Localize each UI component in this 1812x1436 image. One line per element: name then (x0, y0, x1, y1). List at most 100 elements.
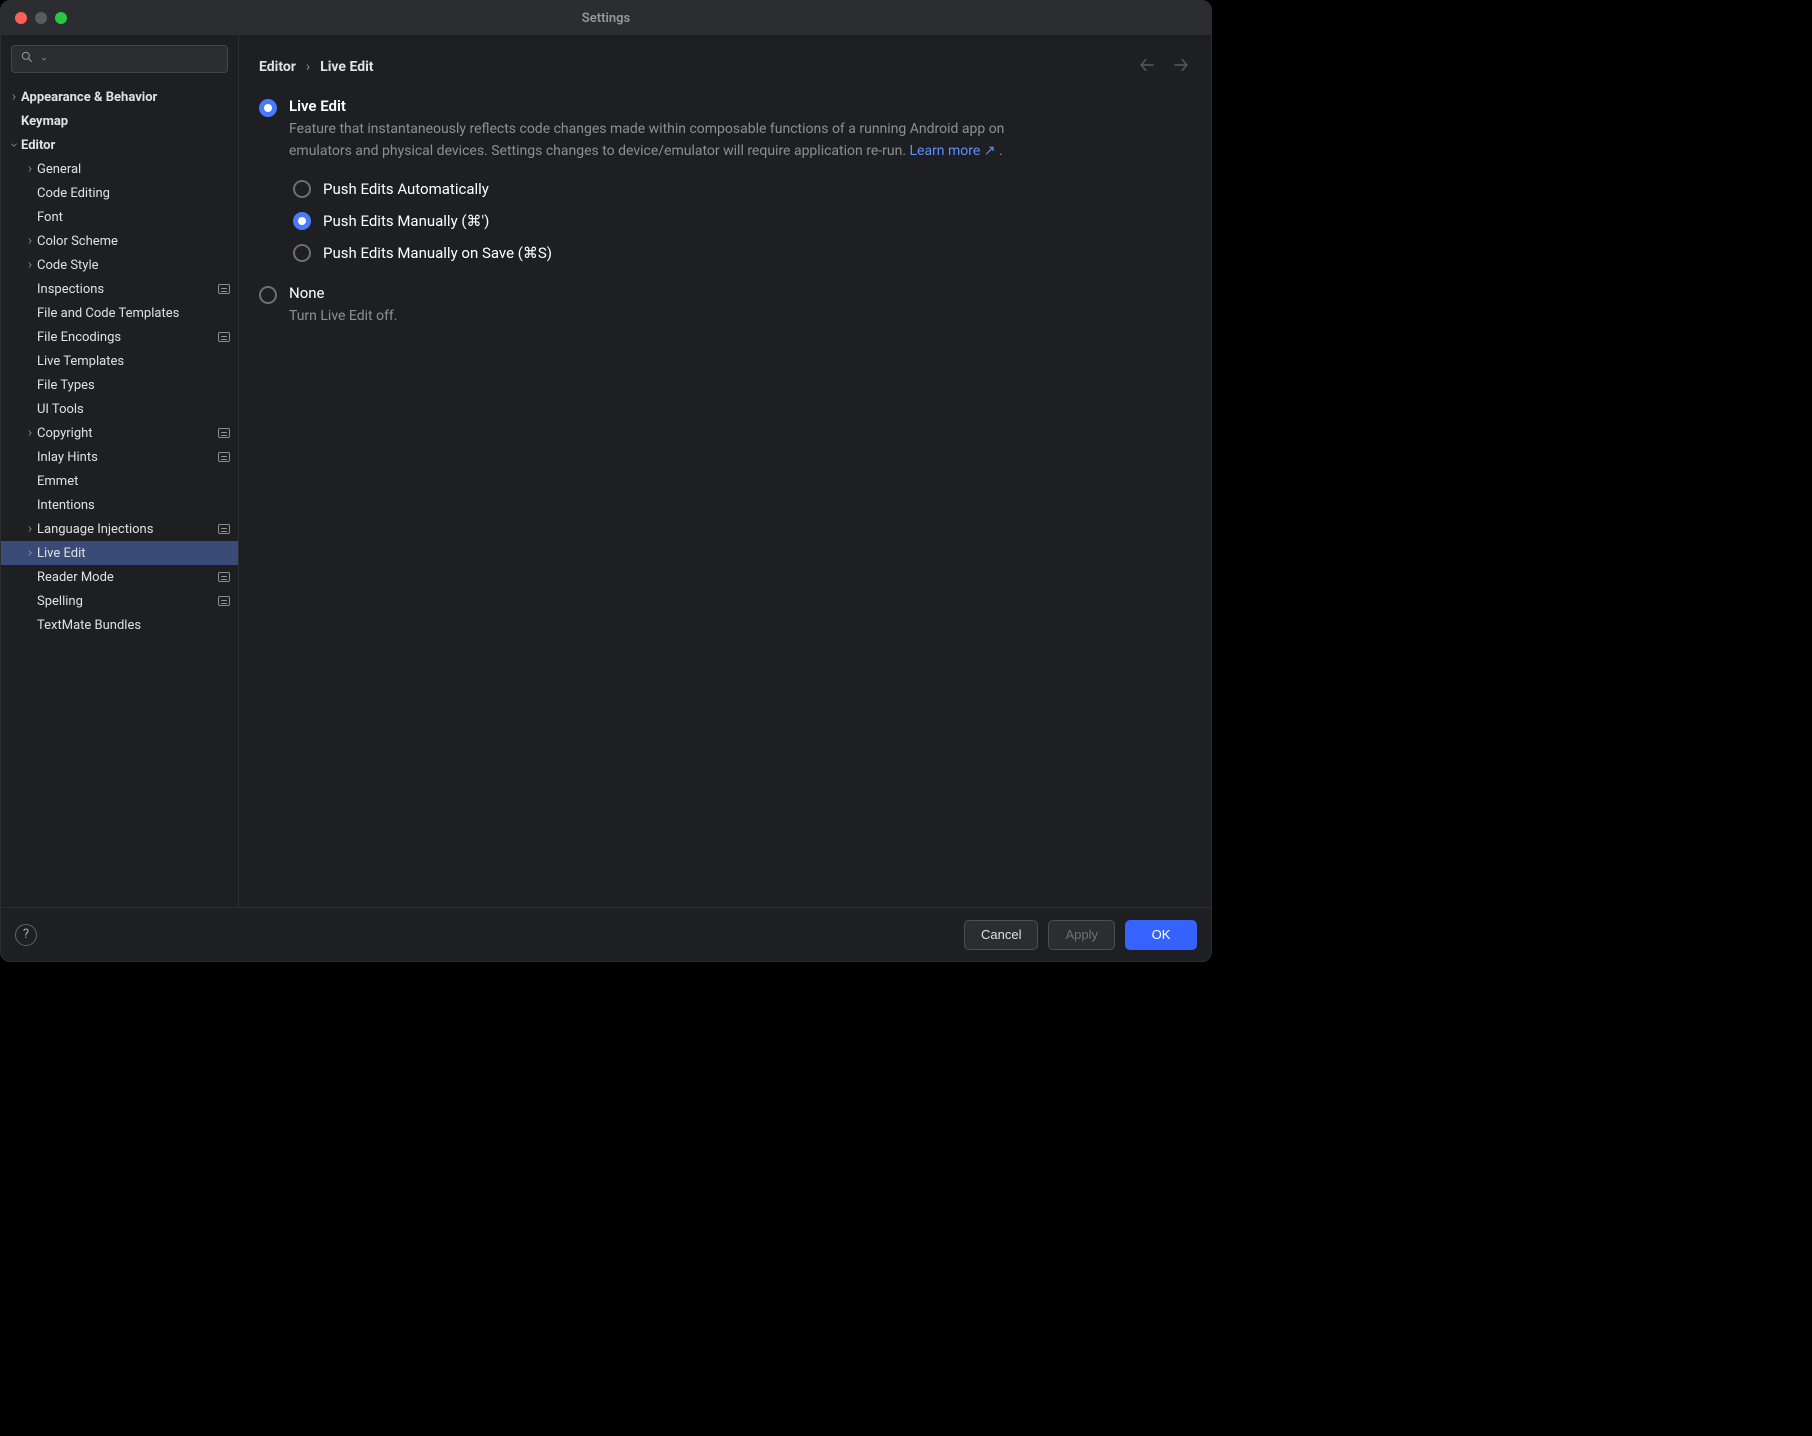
chevron-right-icon (7, 114, 21, 128)
option-push-on-save[interactable]: Push Edits Manually on Save (⌘S) (293, 244, 1191, 262)
tree-item-label: General (37, 162, 230, 177)
search-box[interactable] (11, 45, 228, 73)
tree-item-label: Spelling (37, 594, 218, 609)
sidebar: Appearance & Behavior Keymap Editor General… (1, 35, 239, 907)
option-push-on-save-label: Push Edits Manually on Save (⌘S) (323, 244, 552, 262)
tree-item-label: Editor (21, 138, 230, 153)
chevron-right-icon[interactable] (7, 90, 21, 104)
chevron-right-icon[interactable] (23, 162, 37, 176)
tree-item-label: Font (37, 210, 230, 225)
option-live-edit-desc: Feature that instantaneously reflects co… (289, 119, 1049, 162)
tree-item-code-editing[interactable]: Code Editing (1, 181, 238, 205)
search-input[interactable] (54, 52, 230, 67)
radio-icon[interactable] (293, 244, 311, 262)
nav-forward-icon[interactable] (1171, 55, 1191, 79)
cancel-button[interactable]: Cancel (964, 920, 1038, 950)
tree-item-label: Emmet (37, 474, 230, 489)
tree-item-label: File Types (37, 378, 230, 393)
chevron-right-icon (23, 282, 37, 296)
chevron-right-icon (23, 570, 37, 584)
chevron-right-icon (23, 354, 37, 368)
chevron-right-icon (23, 306, 37, 320)
tree-item-label: Live Templates (37, 354, 230, 369)
profile-badge-icon (218, 452, 230, 462)
ok-button[interactable]: OK (1125, 920, 1197, 950)
settings-tree: Appearance & Behavior Keymap Editor General… (1, 83, 238, 907)
breadcrumb-parent[interactable]: Editor (259, 59, 296, 75)
tree-item-live-templates[interactable]: Live Templates (1, 349, 238, 373)
apply-button[interactable]: Apply (1048, 920, 1115, 950)
radio-icon[interactable] (293, 180, 311, 198)
tree-item-label: Color Scheme (37, 234, 230, 249)
option-push-auto[interactable]: Push Edits Automatically (293, 180, 1191, 198)
chevron-right-icon[interactable] (23, 522, 37, 536)
radio-icon[interactable] (259, 286, 277, 304)
chevron-right-icon (23, 402, 37, 416)
tree-item-code-style[interactable]: Code Style (1, 253, 238, 277)
tree-item-label: Keymap (21, 114, 230, 129)
window-title: Settings (1, 11, 1211, 26)
option-live-edit[interactable]: Live Edit Feature that instantaneously r… (259, 97, 1191, 162)
chevron-right-icon[interactable] (23, 546, 37, 560)
profile-badge-icon (218, 332, 230, 342)
chevron-down-icon[interactable] (7, 138, 21, 152)
radio-icon[interactable] (293, 212, 311, 230)
tree-item-language-injections[interactable]: Language Injections (1, 517, 238, 541)
profile-badge-icon (218, 284, 230, 294)
tree-item-file-and-code-templates[interactable]: File and Code Templates (1, 301, 238, 325)
tree-item-font[interactable]: Font (1, 205, 238, 229)
tree-item-file-encodings[interactable]: File Encodings (1, 325, 238, 349)
chevron-right-icon (23, 474, 37, 488)
tree-item-label: Live Edit (37, 546, 230, 561)
tree-item-intentions[interactable]: Intentions (1, 493, 238, 517)
dropdown-icon (40, 55, 48, 63)
tree-item-label: Intentions (37, 498, 230, 513)
option-none-label: None (289, 284, 398, 302)
tree-item-spelling[interactable]: Spelling (1, 589, 238, 613)
option-live-edit-label: Live Edit (289, 97, 1049, 115)
tree-item-file-types[interactable]: File Types (1, 373, 238, 397)
tree-item-textmate-bundles[interactable]: TextMate Bundles (1, 613, 238, 637)
tree-item-emmet[interactable]: Emmet (1, 469, 238, 493)
option-push-auto-label: Push Edits Automatically (323, 180, 489, 198)
settings-window: Settings Appearance & Behavior Keymap Edit… (0, 0, 1212, 962)
chevron-right-icon (23, 594, 37, 608)
option-none[interactable]: None Turn Live Edit off. (259, 284, 1191, 328)
tree-item-reader-mode[interactable]: Reader Mode (1, 565, 238, 589)
nav-back-icon[interactable] (1137, 55, 1157, 79)
option-push-manual-label: Push Edits Manually (⌘') (323, 212, 489, 230)
chevron-right-icon[interactable] (23, 234, 37, 248)
tree-item-inspections[interactable]: Inspections (1, 277, 238, 301)
profile-badge-icon (218, 596, 230, 606)
tree-item-label: Inlay Hints (37, 450, 218, 465)
tree-item-label: Reader Mode (37, 570, 218, 585)
radio-icon[interactable] (259, 99, 277, 117)
tree-item-appearance-behavior[interactable]: Appearance & Behavior (1, 85, 238, 109)
chevron-right-icon[interactable] (23, 426, 37, 440)
breadcrumb: Editor › Live Edit (259, 59, 374, 75)
tree-item-label: UI Tools (37, 402, 230, 417)
tree-item-label: Appearance & Behavior (21, 90, 230, 105)
titlebar: Settings (1, 1, 1211, 35)
tree-item-color-scheme[interactable]: Color Scheme (1, 229, 238, 253)
option-push-manual[interactable]: Push Edits Manually (⌘') (293, 212, 1191, 230)
tree-item-keymap[interactable]: Keymap (1, 109, 238, 133)
tree-item-label: File Encodings (37, 330, 218, 345)
profile-badge-icon (218, 572, 230, 582)
tree-item-ui-tools[interactable]: UI Tools (1, 397, 238, 421)
tree-item-copyright[interactable]: Copyright (1, 421, 238, 445)
breadcrumb-bar: Editor › Live Edit (259, 51, 1191, 83)
tree-item-general[interactable]: General (1, 157, 238, 181)
chevron-right-icon: › (306, 59, 310, 75)
tree-item-editor[interactable]: Editor (1, 133, 238, 157)
tree-item-inlay-hints[interactable]: Inlay Hints (1, 445, 238, 469)
help-icon[interactable]: ? (15, 924, 37, 946)
chevron-right-icon[interactable] (23, 258, 37, 272)
chevron-right-icon (23, 618, 37, 632)
tree-item-label: Copyright (37, 426, 218, 441)
tree-item-label: Inspections (37, 282, 218, 297)
tree-item-label: Code Style (37, 258, 230, 273)
profile-badge-icon (218, 428, 230, 438)
learn-more-link[interactable]: Learn more ↗ (909, 143, 995, 159)
tree-item-live-edit[interactable]: Live Edit (1, 541, 238, 565)
